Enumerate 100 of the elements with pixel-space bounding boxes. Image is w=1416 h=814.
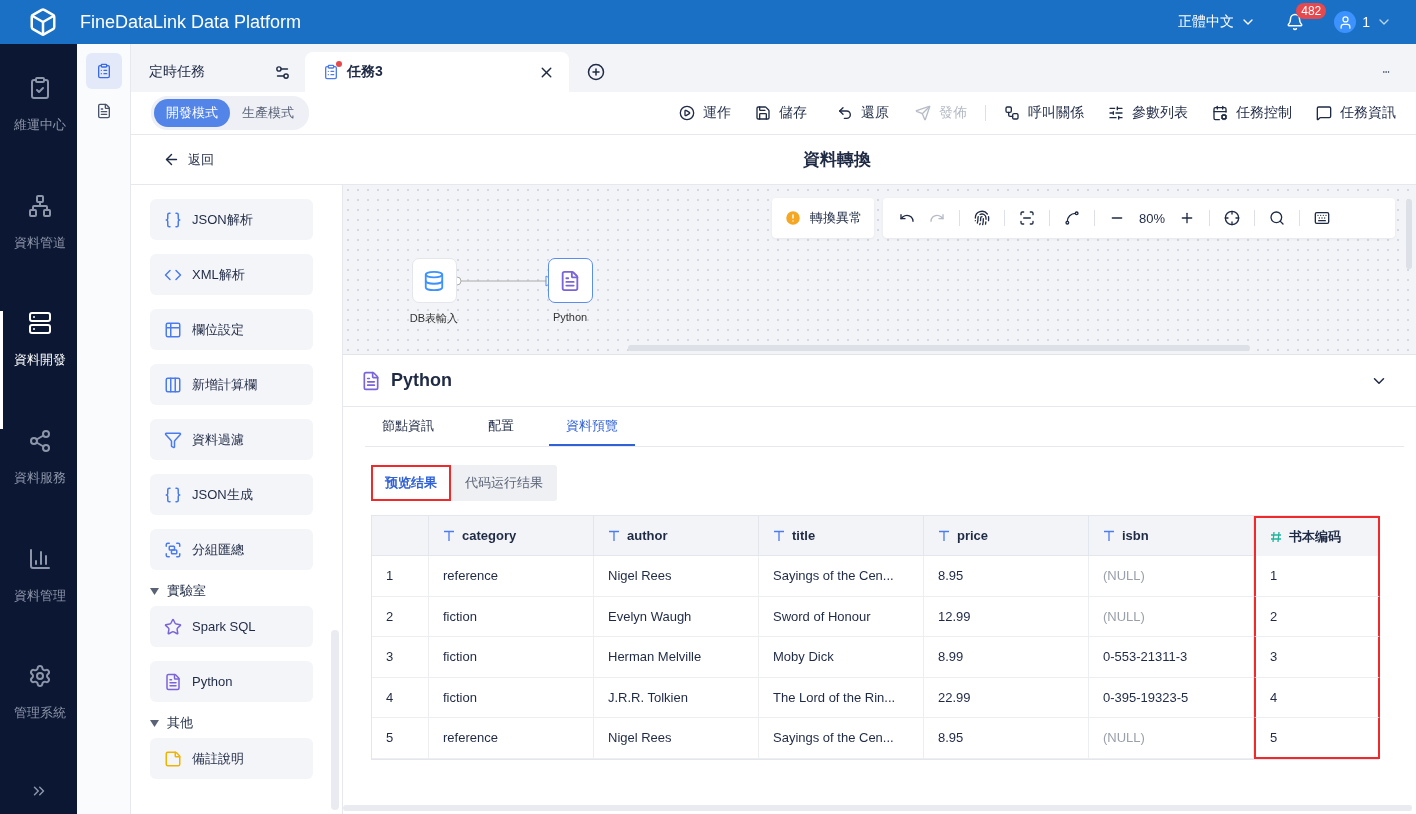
- palette-item[interactable]: 新增計算欄: [150, 364, 313, 405]
- filter-icon: [164, 430, 182, 449]
- toolbar-button[interactable]: 參數列表: [1108, 104, 1188, 122]
- palette-item[interactable]: Python: [150, 661, 313, 702]
- back-link[interactable]: 返回: [163, 150, 763, 169]
- palette-item[interactable]: 資料過濾: [150, 419, 313, 460]
- star-icon: [164, 617, 182, 636]
- avatar: [1334, 11, 1357, 33]
- toolbar-button[interactable]: 任務控制: [1212, 104, 1292, 122]
- calendar-icon: [1212, 105, 1228, 121]
- table-cell: reference: [429, 718, 594, 759]
- hash-icon: [1270, 531, 1282, 543]
- palette-item[interactable]: 分組匯總: [150, 529, 313, 570]
- panel-tab[interactable]: 資料預覽: [549, 407, 635, 446]
- table-icon: [164, 320, 182, 339]
- caret-icon[interactable]: [150, 719, 159, 727]
- node-label: Python: [552, 311, 588, 323]
- toolbar-button[interactable]: 任務資訊: [1316, 104, 1396, 122]
- nav-item[interactable]: 資料管理: [0, 546, 77, 665]
- bell-icon[interactable]: [1286, 13, 1305, 31]
- palette-item[interactable]: 備註說明: [150, 738, 313, 779]
- document-icon: [164, 672, 182, 691]
- task-icon[interactable]: [85, 53, 122, 89]
- toolbar-button[interactable]: 運作: [679, 104, 731, 122]
- panel-tab[interactable]: 配置: [471, 407, 531, 446]
- user-menu[interactable]: 1: [1334, 11, 1392, 33]
- palette-item[interactable]: Spark SQL: [150, 606, 313, 647]
- scrollbar[interactable]: [343, 805, 1412, 811]
- fit-view-icon[interactable]: [1019, 210, 1035, 226]
- table-cell: Nigel Rees: [594, 718, 759, 759]
- mode-toggle[interactable]: 開發模式: [154, 99, 230, 127]
- play-icon: [679, 105, 695, 121]
- warning-icon: [784, 209, 802, 227]
- row-number: 1: [372, 556, 429, 597]
- table-cell: 0-553-21311-3: [1089, 637, 1254, 678]
- panel-title: Python: [391, 370, 453, 391]
- palette-item[interactable]: XML解析: [150, 254, 313, 295]
- table-cell: 8.95: [924, 718, 1089, 759]
- column-header: author: [594, 516, 759, 556]
- keyboard-icon[interactable]: [1314, 210, 1331, 226]
- panel-tab[interactable]: 節點資訊: [365, 407, 451, 446]
- table-cell: fiction: [429, 677, 594, 718]
- palette-item[interactable]: JSON解析: [150, 199, 313, 240]
- table-cell: fiction: [429, 596, 594, 637]
- node-label: DB表輸入: [409, 311, 459, 326]
- task-tab[interactable]: 定時任務: [131, 52, 305, 92]
- nav-item[interactable]: 資料管道: [0, 193, 77, 312]
- nav-item[interactable]: 管理系統: [0, 664, 77, 783]
- database-icon: [423, 269, 445, 292]
- connector-icon[interactable]: [1064, 210, 1080, 226]
- document-icon: [361, 370, 381, 391]
- row-number: 3: [372, 637, 429, 678]
- warning-button[interactable]: 轉換異常: [772, 198, 874, 238]
- scrollbar[interactable]: [628, 345, 1250, 351]
- search-icon[interactable]: [1269, 210, 1286, 226]
- table-cell: fiction: [429, 637, 594, 678]
- column-header: 书本编码: [1254, 516, 1380, 556]
- document-icon: [559, 269, 581, 292]
- fingerprint-icon[interactable]: [974, 210, 990, 226]
- table-cell: 0-395-19323-5: [1089, 677, 1254, 718]
- table-cell: 4: [1254, 677, 1380, 718]
- text-type-icon: [608, 529, 620, 542]
- flow-node[interactable]: [547, 258, 593, 303]
- task-icon: [323, 64, 339, 80]
- table-cell: (NULL): [1089, 718, 1254, 759]
- language-selector[interactable]: 正體中文: [1178, 13, 1257, 31]
- status-dot: [336, 61, 342, 67]
- task-tab[interactable]: 任務3: [305, 52, 569, 92]
- toolbar-button[interactable]: 儲存: [755, 104, 807, 122]
- text-type-icon: [1103, 529, 1115, 542]
- toolbar-button[interactable]: 呼叫關係: [1004, 104, 1084, 122]
- table-cell: 2: [1254, 596, 1380, 637]
- message-icon: [1316, 105, 1332, 121]
- row-number: 4: [372, 677, 429, 718]
- table-cell: Sword of Honour: [759, 596, 924, 637]
- save-icon: [755, 105, 771, 121]
- table-cell: (NULL): [1089, 596, 1254, 637]
- toolbar-button[interactable]: 還原: [837, 104, 889, 122]
- row-number: 5: [372, 718, 429, 759]
- network-icon: [28, 193, 52, 218]
- row-number: 2: [372, 596, 429, 637]
- locate-icon[interactable]: [1224, 210, 1241, 226]
- text-type-icon: [443, 529, 455, 542]
- result-tab[interactable]: 预览结果: [371, 465, 451, 501]
- server-icon: [28, 311, 52, 336]
- nav-item[interactable]: 資料服務: [0, 429, 77, 547]
- scrollbar[interactable]: [1406, 199, 1412, 269]
- caret-icon[interactable]: [150, 587, 159, 595]
- result-tab[interactable]: 代码运行结果: [451, 465, 557, 501]
- text-type-icon: [773, 529, 785, 542]
- table-cell: Moby Dick: [759, 637, 924, 678]
- table-cell: (NULL): [1089, 556, 1254, 597]
- notification-badge: 482: [1296, 3, 1327, 19]
- palette-item[interactable]: 欄位設定: [150, 309, 313, 350]
- zoom-level: 80%: [1139, 210, 1166, 226]
- mode-toggle[interactable]: 生產模式: [230, 99, 306, 127]
- group-label: 其他: [167, 714, 193, 732]
- palette-item[interactable]: JSON生成: [150, 474, 313, 515]
- add-tab-icon[interactable]: [587, 63, 605, 81]
- nav-item[interactable]: 維運中心: [0, 76, 77, 194]
